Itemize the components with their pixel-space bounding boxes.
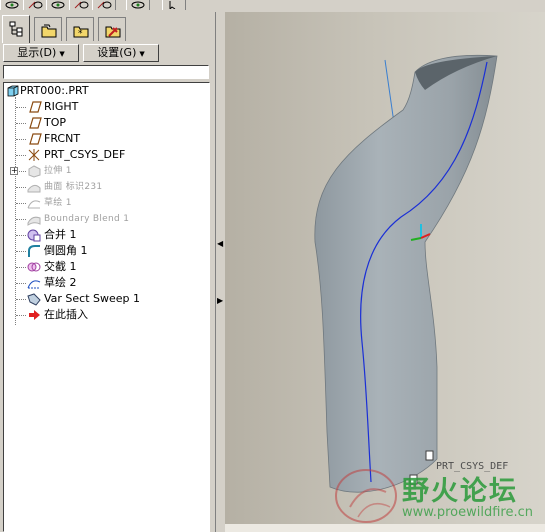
watermark-url: www.proewildfire.cn: [402, 505, 533, 520]
display-menu-key: (D): [39, 46, 57, 59]
tree-item-label: 拉伸 1: [44, 166, 72, 176]
datum-plane-icon: [26, 100, 42, 114]
toolbar-button-1[interactable]: [0, 0, 24, 10]
tree-filter-field[interactable]: [3, 65, 209, 79]
chevron-down-icon: ▼: [139, 50, 145, 58]
tree-item-label: 草绘 1: [44, 198, 72, 208]
sweep-surface[interactable]: [314, 54, 498, 493]
tree-item-label: 倒圆角 1: [44, 244, 88, 257]
merge-icon: [26, 228, 42, 242]
model-tree-icon: [9, 21, 23, 37]
tree-item-label: Boundary Blend 1: [44, 214, 130, 224]
display-menu-label: 显示: [17, 46, 40, 59]
tree-item-label: RIGHT: [44, 100, 79, 113]
watermark-logo: [335, 469, 397, 523]
tree-item-label: 交截 1: [44, 260, 77, 273]
tab-model-tree[interactable]: [2, 15, 30, 43]
datum-plane-icon: [26, 116, 42, 130]
navigator-panel: * 显示(D) ▼ 设置(G) ▼ PRT000:.PRT RIGHT TOP …: [0, 12, 215, 532]
graphics-window[interactable]: [225, 12, 545, 524]
sketch-icon: [26, 276, 42, 290]
svg-text:*: *: [78, 29, 83, 39]
eye-icon: [51, 1, 65, 9]
chevron-down-icon: ▼: [59, 50, 65, 58]
toolbar-button-6[interactable]: [126, 0, 150, 10]
tree-guide-line: [15, 97, 16, 325]
toolbar-button-7[interactable]: [162, 0, 186, 10]
toolbar-button-5[interactable]: [92, 0, 116, 10]
datum-plane-icon: [26, 132, 42, 146]
sketch-icon: [26, 196, 42, 210]
tree-menu-bar: 显示(D) ▼ 设置(G) ▼: [2, 44, 210, 62]
toolbar-button-3[interactable]: [46, 0, 70, 10]
expand-right-icon[interactable]: ▶: [217, 297, 223, 305]
tab-folder-browser[interactable]: [34, 17, 62, 41]
tab-connections[interactable]: [98, 17, 126, 41]
tree-item-label: TOP: [44, 116, 67, 129]
coordinate-system-icon: [26, 148, 42, 162]
settings-menu-button[interactable]: 设置(G) ▼: [83, 44, 159, 62]
surface-icon: [26, 180, 42, 194]
panel-splitter[interactable]: ◀ ▶: [215, 12, 225, 532]
round-icon: [26, 244, 42, 258]
status-strip: [225, 524, 545, 532]
eye-edit-icon: [28, 1, 43, 9]
watermark-text: 野火论坛: [402, 476, 518, 507]
tree-item-label: PRT_CSYS_DEF: [44, 148, 126, 161]
connections-icon: [105, 26, 121, 38]
settings-menu-label: 设置: [97, 46, 120, 59]
pointer-icon: [169, 1, 176, 9]
tree-item-label: 在此插入: [44, 308, 88, 321]
toolbar-button-4[interactable]: [69, 0, 93, 10]
tree-item-label: 合并 1: [44, 228, 77, 241]
tree-item-label: Var Sect Sweep 1: [44, 292, 141, 305]
model-tree: PRT000:.PRT RIGHT TOP FRCNT PRT_CSYS_DEF…: [3, 82, 210, 532]
eye-icon: [5, 1, 19, 9]
tree-item-label: 草绘 2: [44, 276, 77, 289]
toolbar-button-2[interactable]: [23, 0, 47, 10]
display-menu-button[interactable]: 显示(D) ▼: [3, 44, 79, 62]
insert-here-arrow-icon: [26, 308, 42, 322]
model-view[interactable]: [225, 12, 545, 524]
intersect-icon: [26, 260, 42, 274]
expand-plus-icon[interactable]: +: [10, 167, 18, 175]
tree-item-label: 曲面 标识231: [44, 182, 103, 192]
var-sect-sweep-icon: [26, 292, 42, 306]
favorites-folder-icon: *: [73, 26, 89, 39]
settings-menu-key: (G): [119, 46, 137, 59]
boundary-blend-icon: [26, 212, 42, 226]
tree-root-label: PRT000:.PRT: [20, 84, 89, 97]
folder-icon: [41, 24, 57, 38]
datum-tag: [425, 450, 434, 461]
tree-item-label: FRCNT: [44, 132, 81, 145]
tab-favorites[interactable]: *: [66, 17, 94, 41]
extrude-icon: [26, 164, 42, 178]
eye-edit-icon: [74, 1, 89, 9]
collapse-left-icon[interactable]: ◀: [217, 240, 223, 248]
eye-icon: [131, 1, 145, 9]
eye-edit-icon: [97, 1, 112, 9]
navigator-tabs: *: [2, 15, 212, 43]
